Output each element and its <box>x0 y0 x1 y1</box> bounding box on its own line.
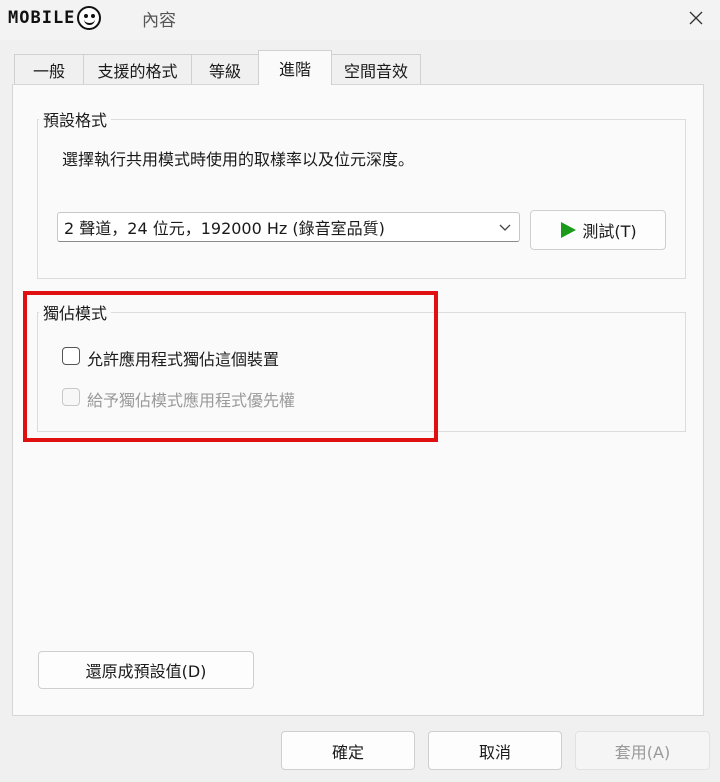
tab-advanced[interactable]: 進階 <box>258 50 332 85</box>
logo-face-icon <box>77 6 102 30</box>
chevron-down-icon <box>499 224 511 231</box>
allow-exclusive-label[interactable]: 允許應用程式獨佔這個裝置 <box>87 346 279 370</box>
ok-button-label: 確定 <box>331 742 364 762</box>
tab-general-label: 一般 <box>32 61 65 81</box>
ok-button[interactable]: 確定 <box>281 731 415 770</box>
test-button[interactable]: 測試(T) <box>530 210 666 250</box>
tab-spatial-sound[interactable]: 空間音效 <box>331 54 421 84</box>
mobile01-logo: MOBILE <box>8 4 102 32</box>
apply-button-label: 套用(A) <box>614 742 671 762</box>
play-icon <box>561 222 577 238</box>
cancel-button-label: 取消 <box>478 742 511 762</box>
restore-defaults-button[interactable]: 還原成預設值(D) <box>38 651 254 689</box>
advanced-panel: 預設格式 選擇執行共用模式時使用的取樣率以及位元深度。 2 聲道，24 位元，1… <box>12 84 704 716</box>
give-priority-checkbox[interactable] <box>62 388 80 406</box>
default-format-group <box>37 119 686 279</box>
tab-general[interactable]: 一般 <box>14 54 84 84</box>
logo-text: MOBILE <box>8 8 76 28</box>
give-priority-label[interactable]: 給予獨佔模式應用程式優先權 <box>87 387 295 411</box>
sample-rate-dropdown[interactable]: 2 聲道，24 位元，192000 Hz (錄音室品質) <box>57 212 520 242</box>
close-icon <box>689 11 703 25</box>
restore-defaults-label: 還原成預設值(D) <box>85 662 207 681</box>
default-format-title: 預設格式 <box>39 107 112 131</box>
cancel-button[interactable]: 取消 <box>428 731 562 770</box>
tab-spatial-sound-label: 空間音效 <box>343 61 408 81</box>
close-button[interactable] <box>680 4 712 32</box>
tab-supported-formats-label: 支援的格式 <box>97 61 178 81</box>
window-title: 內容 <box>142 11 176 31</box>
tab-levels[interactable]: 等級 <box>191 54 259 84</box>
exclusive-mode-title: 獨佔模式 <box>39 300 112 324</box>
title-bar: MOBILE 內容 <box>0 0 720 40</box>
tab-advanced-label: 進階 <box>278 60 311 79</box>
test-button-label: 測試(T) <box>582 222 637 241</box>
sample-rate-value: 2 聲道，24 位元，192000 Hz (錄音室品質) <box>64 219 385 238</box>
tab-supported-formats[interactable]: 支援的格式 <box>83 54 192 84</box>
tab-levels-label: 等級 <box>208 61 241 81</box>
default-format-description: 選擇執行共用模式時使用的取樣率以及位元深度。 <box>62 150 415 169</box>
exclusive-mode-group <box>37 312 686 432</box>
apply-button[interactable]: 套用(A) <box>575 731 710 770</box>
allow-exclusive-checkbox[interactable] <box>62 347 80 365</box>
